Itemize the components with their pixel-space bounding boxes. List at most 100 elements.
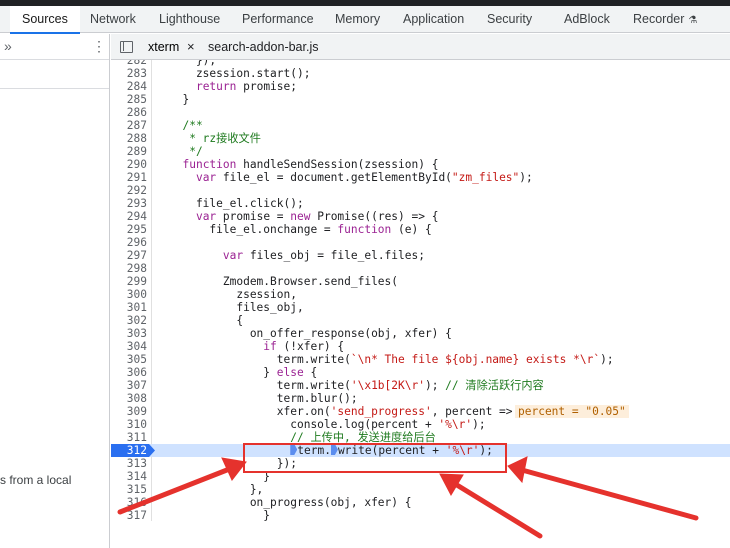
line-number[interactable]: 283 [111,67,147,80]
tab-network[interactable]: Network [90,6,136,33]
more-tabs-chevron-icon[interactable]: » [4,38,12,54]
line-number[interactable]: 290 [111,158,147,171]
code-line[interactable]: 289 */ [111,145,730,158]
line-number[interactable]: 285 [111,93,147,106]
line-number[interactable]: 315 [111,483,147,496]
close-tab-icon[interactable]: × [187,34,195,60]
line-source: var promise = new Promise((res) => { [195,210,439,223]
navigator-toolbar: » ⋮ [0,34,109,60]
line-number[interactable]: 305 [111,353,147,366]
code-line[interactable]: 287 /** [111,119,730,132]
code-line[interactable]: 302 { [111,314,730,327]
file-tab-search-addon-bar[interactable]: search-addon-bar.js [208,34,318,60]
code-line[interactable]: 290 function handleSendSession(zsession)… [111,158,730,171]
line-number[interactable]: 298 [111,262,147,275]
line-number[interactable]: 291 [111,171,147,184]
line-number[interactable]: 289 [111,145,147,158]
code-line[interactable]: 294 var promise = new Promise((res) => { [111,210,730,223]
line-number[interactable]: 295 [111,223,147,236]
code-line[interactable]: 293 file_el.click(); [111,197,730,210]
code-line[interactable]: 307 term.write('\x1b[2K\r'); // 清除活跃行内容 [111,379,730,392]
tab-memory[interactable]: Memory [335,6,380,33]
more-options-icon[interactable]: ⋮ [92,38,106,54]
tab-security[interactable]: Security [487,6,532,33]
line-number[interactable]: 304 [111,340,147,353]
line-number[interactable]: 316 [111,496,147,509]
line-number[interactable]: 309 [111,405,147,418]
code-line[interactable]: 286 [111,106,730,119]
code-line[interactable]: 306 } else { [111,366,730,379]
tab-sources[interactable]: Sources [10,6,80,34]
code-line[interactable]: 282 }); [111,60,730,67]
line-source: var files_obj = file_el.files; [222,249,425,262]
line-number[interactable]: 312 [111,444,147,457]
highlight-box [243,443,507,473]
line-number[interactable]: 301 [111,301,147,314]
line-number[interactable]: 299 [111,275,147,288]
code-line[interactable]: 301 files_obj, [111,301,730,314]
line-number[interactable]: 297 [111,249,147,262]
code-line[interactable]: 296 [111,236,730,249]
code-line[interactable]: 316 on_progress(obj, xfer) { [111,496,730,509]
code-line[interactable]: 291 var file_el = document.getElementByI… [111,171,730,184]
code-line[interactable]: 308 term.blur(); [111,392,730,405]
line-number[interactable]: 310 [111,418,147,431]
line-number[interactable]: 317 [111,509,147,521]
code-line[interactable]: 305 term.write(`\n* The file ${obj.name}… [111,353,730,366]
line-number[interactable]: 293 [111,197,147,210]
line-number[interactable]: 296 [111,236,147,249]
code-line[interactable]: 292 [111,184,730,197]
line-number[interactable]: 288 [111,132,147,145]
line-source: xfer.on('send_progress', percent => { [169,405,526,418]
code-line[interactable]: 297 var files_obj = file_el.files; [111,249,730,262]
line-number[interactable]: 292 [111,184,147,197]
line-number[interactable]: 303 [111,327,147,340]
code-line[interactable]: 288 * rz接收文件 [111,132,730,145]
code-line[interactable]: 283 zsession.start(); [111,67,730,80]
line-source: files_obj, [169,301,304,314]
line-number[interactable]: 286 [111,106,147,119]
line-number[interactable]: 308 [111,392,147,405]
code-line[interactable]: 310 console.log(percent + '%\r'); [111,418,730,431]
tab-recorder[interactable]: Recorder ⚗ [633,6,697,33]
code-line[interactable]: 284 return promise; [111,80,730,93]
navigator-pane: » ⋮ s from a local [0,34,110,548]
line-source: Zmodem.Browser.send_files( [169,275,399,288]
line-number[interactable]: 313 [111,457,147,470]
tab-adblock[interactable]: AdBlock [564,6,610,33]
code-line[interactable]: 317 } [111,509,730,521]
line-number[interactable]: 287 [111,119,147,132]
code-line[interactable]: 315 }, [111,483,730,496]
code-line[interactable]: 298 [111,262,730,275]
line-number[interactable]: 282 [111,60,147,67]
line-number[interactable]: 300 [111,288,147,301]
line-number[interactable]: 306 [111,366,147,379]
line-number[interactable]: 294 [111,210,147,223]
line-source: } [169,509,271,521]
line-source: }); [169,60,217,67]
code-line[interactable]: 309 xfer.on('send_progress', percent => … [111,405,730,418]
tab-lighthouse[interactable]: Lighthouse [159,6,220,33]
line-number[interactable]: 311 [111,431,147,444]
line-source: zsession, [169,288,297,301]
tab-performance[interactable]: Performance [242,6,314,33]
line-number[interactable]: 284 [111,80,147,93]
code-line[interactable]: 295 file_el.onchange = function (e) { [111,223,730,236]
code-line[interactable]: 285 } [111,93,730,106]
line-number[interactable]: 307 [111,379,147,392]
line-source: if (!xfer) { [263,340,345,353]
toggle-navigator-icon[interactable] [120,41,133,53]
tab-application[interactable]: Application [403,6,464,33]
line-number[interactable]: 302 [111,314,147,327]
code-line[interactable]: 300 zsession, [111,288,730,301]
devtools-tab-bar: Sources Network Lighthouse Performance M… [0,6,730,34]
code-line[interactable]: 299 Zmodem.Browser.send_files( [111,275,730,288]
code-line[interactable]: 304 if (!xfer) { [111,340,730,353]
line-source: term.write(`\n* The file ${obj.name} exi… [169,353,614,366]
flask-icon: ⚗ [688,15,698,26]
editor-tab-bar: xterm × search-addon-bar.js [111,34,730,60]
code-line[interactable]: 303 on_offer_response(obj, xfer) { [111,327,730,340]
file-tab-xterm[interactable]: xterm [148,34,179,60]
line-number[interactable]: 314 [111,470,147,483]
line-source: /** [169,119,203,132]
